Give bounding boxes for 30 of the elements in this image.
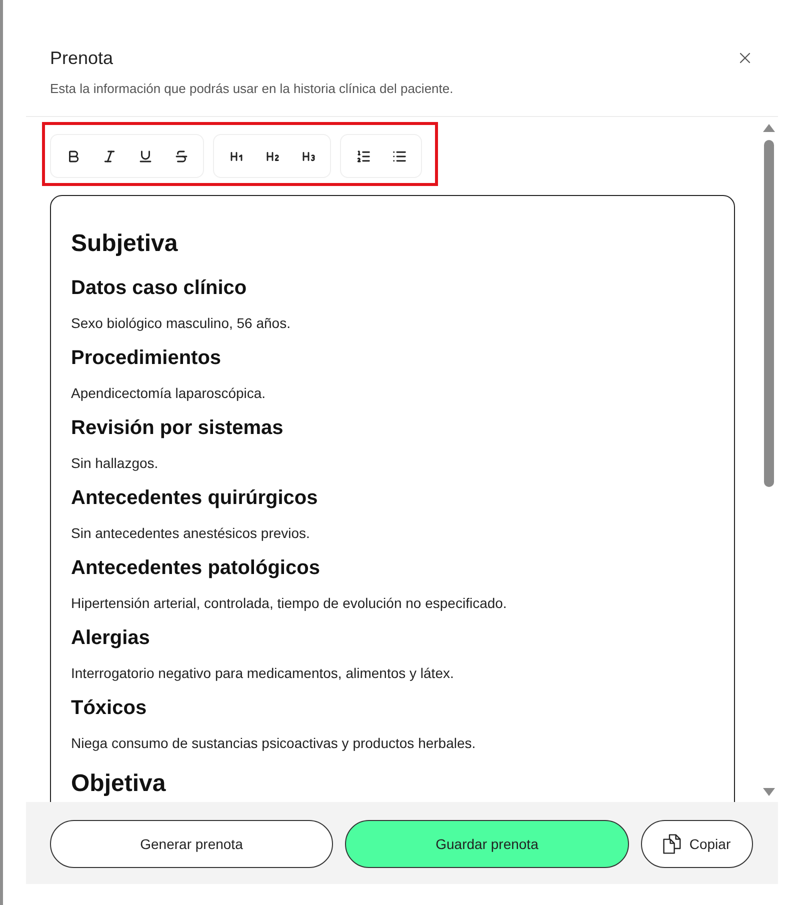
paragraph: Hipertensión arterial, controlada, tiempo de evolución no especificado. [71, 594, 508, 613]
generate-note-button[interactable]: Generar prenota [50, 820, 333, 868]
paragraph: Sin antecedentes anestésicos previos. [71, 524, 311, 543]
subsection-heading: Antecedentes quirúrgicos [71, 486, 319, 511]
copy-button[interactable]: Copiar [641, 820, 753, 868]
save-note-button[interactable]: Guardar prenota [345, 820, 629, 868]
copy-icon [663, 834, 682, 854]
italic-icon [102, 148, 116, 164]
section-heading: Objetiva [71, 769, 167, 799]
paragraph: Sin hallazgos. [71, 454, 160, 473]
dialog-subtitle: Esta la información que podrás usar en la historia clínica del paciente. [50, 80, 454, 98]
subsection-heading: Antecedentes patológicos [71, 556, 321, 581]
paragraph: Niega consumo de sustancias psicoactivas y productos herbales. [71, 734, 477, 753]
paragraph: Interrogatorio negativo para medicamentos, alimentos y látex. [71, 664, 455, 683]
subsection-heading: Alergias [71, 626, 151, 651]
subsection-heading: Revisión por sistemas [71, 416, 284, 441]
scroll-down-icon[interactable] [763, 788, 775, 796]
scroll-up-icon[interactable] [763, 124, 775, 132]
paragraph: Apendicectomía laparoscópica. [71, 384, 267, 403]
paragraph: Sexo biológico masculino, 56 años. [71, 314, 292, 333]
section-heading: Subjetiva [71, 229, 179, 259]
subsection-heading: Datos caso clínico [71, 276, 248, 301]
underline-icon [138, 148, 152, 164]
numbered-list-icon [356, 148, 370, 164]
dialog-title: Prenota [50, 47, 114, 70]
subsection-heading: Procedimientos [71, 346, 222, 371]
scrollbar-thumb[interactable] [764, 140, 774, 487]
bullet-list-icon [392, 148, 406, 164]
strikethrough-icon [174, 148, 188, 164]
subsection-heading: Tóxicos [71, 696, 148, 721]
